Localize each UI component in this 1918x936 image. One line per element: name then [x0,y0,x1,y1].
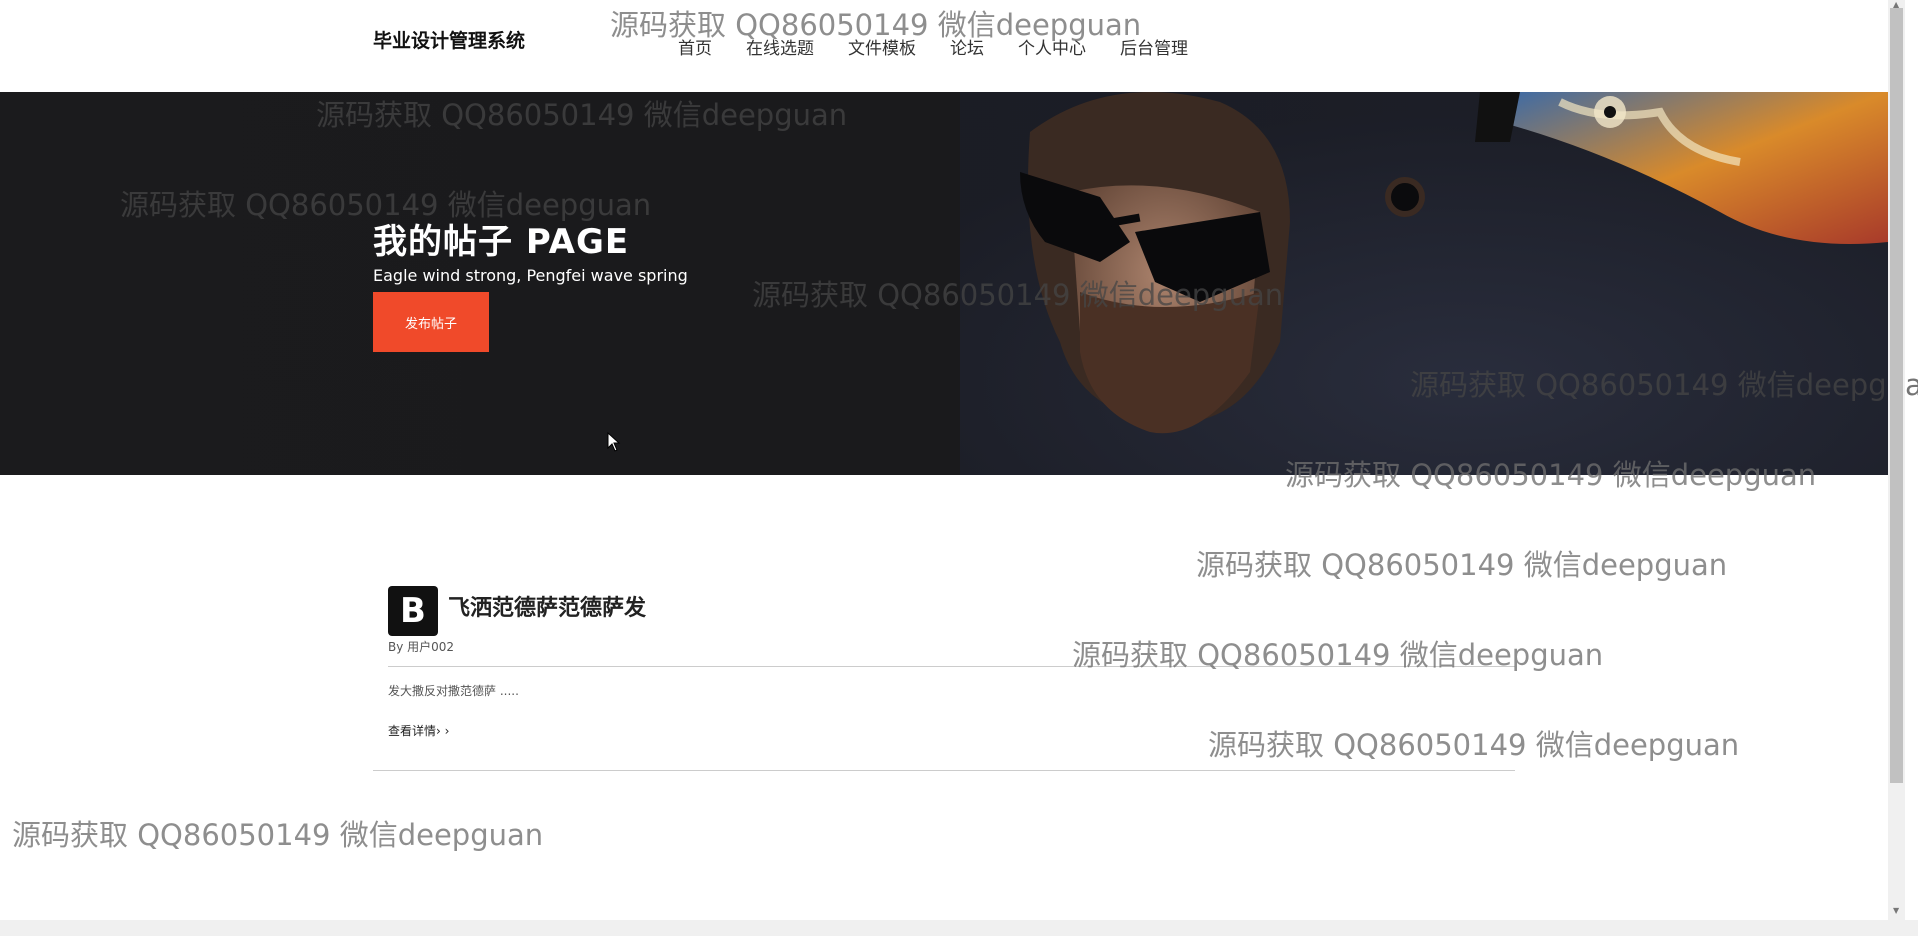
hero-photo [960,92,1888,475]
hero-banner: 我的帖子 PAGE Eagle wind strong, Pengfei wav… [0,92,1888,475]
scrollbar-thumb[interactable] [1890,8,1903,783]
post-divider [388,666,1515,667]
hero-title: 我的帖子 PAGE [373,222,630,262]
main-nav: 首页 在线选题 文件模板 论坛 个人中心 后台管理 [678,34,1222,59]
nav-item-home[interactable]: 首页 [678,34,712,59]
horizontal-scrollbar[interactable] [0,920,1918,936]
hero-subtitle: Eagle wind strong, Pengfei wave spring [373,266,688,285]
watermark-text: 源码获取 QQ86050149 微信deepguan [1196,548,1728,582]
site-title[interactable]: 毕业设计管理系统 [373,26,525,53]
nav-item-topic-selection[interactable]: 在线选题 [746,34,814,59]
vertical-scrollbar[interactable]: ▲ ▼ [1888,0,1905,920]
post-bottom-divider [373,770,1515,771]
nav-item-file-templates[interactable]: 文件模板 [848,34,916,59]
watermark-text: 源码获取 QQ86050149 微信deepguan [1208,728,1740,762]
nav-item-forum[interactable]: 论坛 [950,34,984,59]
site-header: 毕业设计管理系统 首页 在线选题 文件模板 论坛 个人中心 后台管理 [0,0,1888,92]
nav-item-admin[interactable]: 后台管理 [1120,34,1188,59]
post-excerpt: 发大撒反对撒范德萨 ..... [388,684,519,698]
post-author: By 用户002 [388,640,455,654]
post-avatar-icon: B [388,586,438,636]
post-title[interactable]: 飞洒范德萨范德萨发 [448,590,646,622]
watermark-text: 源码获取 QQ86050149 微信deepguan [1072,638,1604,672]
nav-item-personal-center[interactable]: 个人中心 [1018,34,1086,59]
publish-post-button[interactable]: 发布帖子 [373,292,489,352]
mouse-cursor-icon [607,432,621,452]
watermark-text: 源码获取 QQ86050149 微信deepguan [12,818,544,852]
view-details-link[interactable]: 查看详情› › [388,722,449,739]
scroll-down-icon[interactable]: ▼ [1893,906,1899,915]
